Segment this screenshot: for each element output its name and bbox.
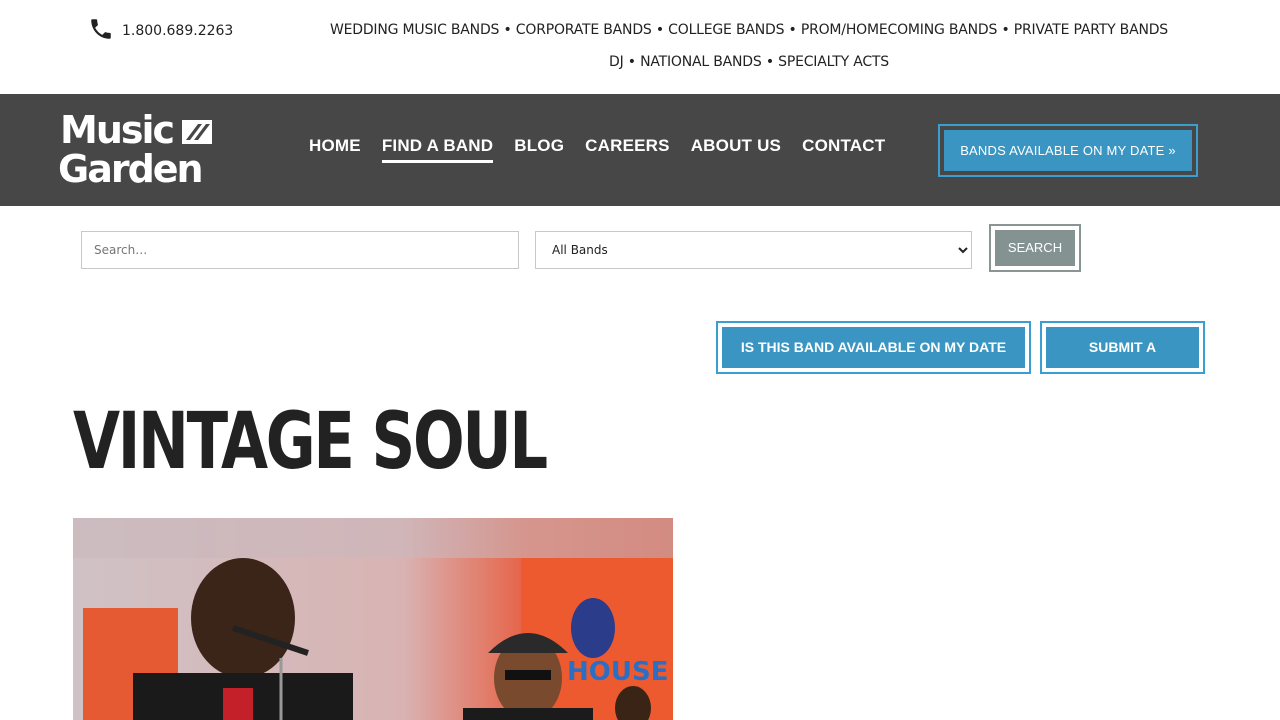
band-photo: HOUSE <box>73 518 673 720</box>
submit-review-button-frame: SUBMIT A REVIEW <box>1040 321 1205 396</box>
svg-text:Garden: Garden <box>58 147 202 186</box>
nav-about-us[interactable]: ABOUT US <box>691 136 781 163</box>
category-link[interactable]: WEDDING MUSIC BANDS <box>330 22 499 38</box>
phone-number[interactable]: 1.800.689.2263 <box>122 23 233 39</box>
category-link[interactable]: PRIVATE PARTY BANDS <box>1014 22 1168 38</box>
nav-blog[interactable]: BLOG <box>514 136 564 163</box>
search-button[interactable]: SEARCH <box>995 230 1075 266</box>
category-link[interactable]: PROM/HOMECOMING BANDS <box>801 22 998 38</box>
separator: • <box>623 54 641 70</box>
category-line-2: DJ • NATIONAL BANDS • SPECIALTY ACTS <box>318 46 1180 78</box>
category-links: WEDDING MUSIC BANDS • CORPORATE BANDS • … <box>318 14 1180 78</box>
svg-text:Music: Music <box>60 110 173 152</box>
band-availability-button-frame: IS THIS BAND AVAILABLE ON MY DATE » <box>716 321 1031 396</box>
top-bar: 1.800.689.2263 WEDDING MUSIC BANDS • COR… <box>0 0 1280 94</box>
category-line-1: WEDDING MUSIC BANDS • CORPORATE BANDS • … <box>318 14 1180 46</box>
category-link[interactable]: SPECIALTY ACTS <box>778 54 889 70</box>
submit-review-button[interactable]: SUBMIT A REVIEW <box>1046 327 1199 396</box>
phone-icon <box>88 16 114 46</box>
separator: • <box>997 22 1014 38</box>
separator: • <box>784 22 801 38</box>
svg-text:HOUSE: HOUSE <box>567 657 668 687</box>
nav-home[interactable]: HOME <box>309 136 361 163</box>
music-garden-logo[interactable]: Music Garden <box>58 108 218 191</box>
phone-contact[interactable]: 1.800.689.2263 <box>88 16 233 46</box>
separator: • <box>761 54 779 70</box>
bands-available-button[interactable]: BANDS AVAILABLE ON MY DATE » <box>944 130 1192 171</box>
band-title: VINTAGE SOUL <box>73 397 548 487</box>
separator: • <box>499 22 516 38</box>
band-availability-button[interactable]: IS THIS BAND AVAILABLE ON MY DATE » <box>722 327 1025 396</box>
main-header: Music Garden HOME FIND A BAND BLOG CAREE… <box>0 94 1280 206</box>
nav-contact[interactable]: CONTACT <box>802 136 885 163</box>
nav-careers[interactable]: CAREERS <box>585 136 670 163</box>
separator: • <box>651 22 669 38</box>
category-link[interactable]: DJ <box>609 54 624 70</box>
search-input[interactable] <box>81 231 519 269</box>
main-nav: HOME FIND A BAND BLOG CAREERS ABOUT US C… <box>309 136 906 163</box>
category-link[interactable]: CORPORATE BANDS <box>516 22 652 38</box>
bands-available-button-frame: BANDS AVAILABLE ON MY DATE » <box>938 124 1198 177</box>
search-button-frame: SEARCH <box>989 224 1081 272</box>
nav-find-a-band[interactable]: FIND A BAND <box>381 136 494 163</box>
category-link[interactable]: NATIONAL BANDS <box>640 54 762 70</box>
category-link[interactable]: COLLEGE BANDS <box>668 22 784 38</box>
band-category-select[interactable]: All Bands <box>535 231 972 269</box>
